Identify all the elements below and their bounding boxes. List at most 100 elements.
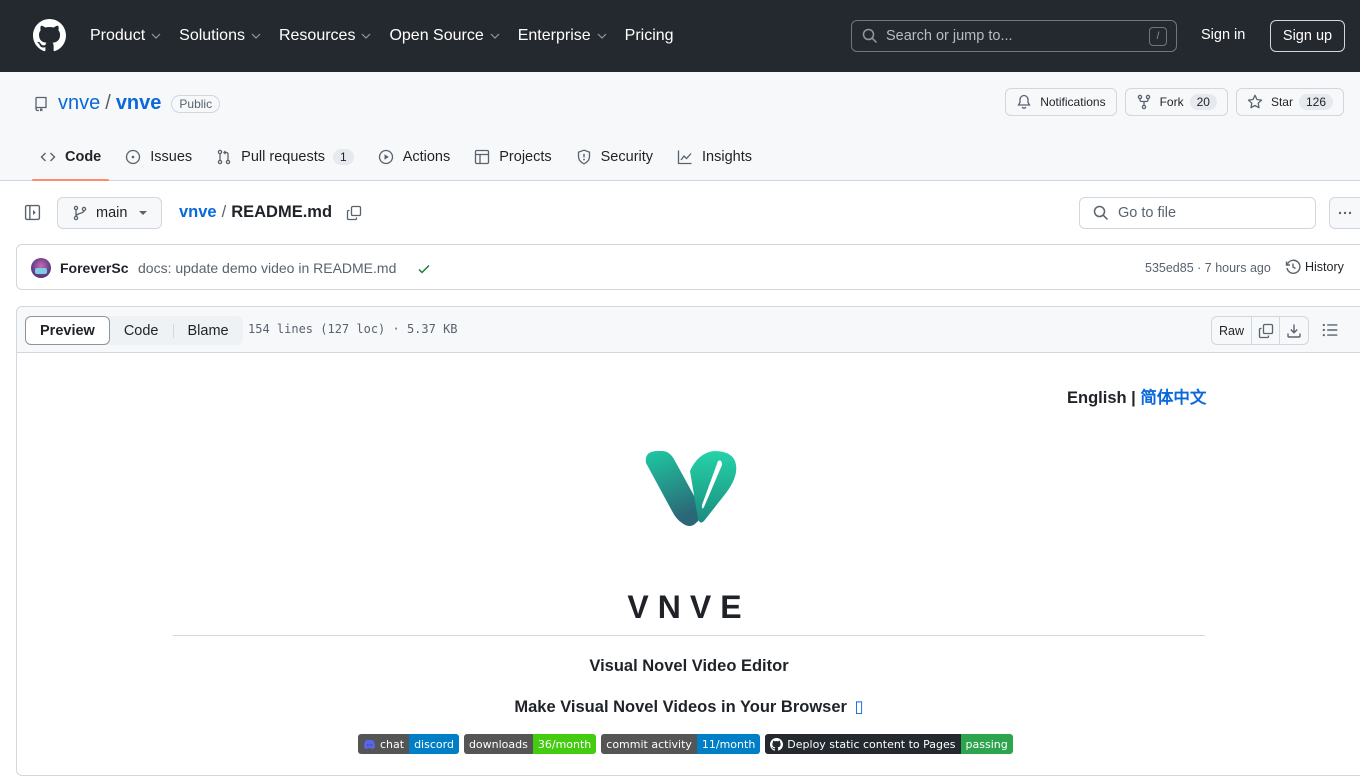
- chevron-down-icon: [251, 33, 261, 39]
- tab-label: Pull requests: [241, 149, 325, 165]
- global-search-input[interactable]: Search or jump to... /: [851, 20, 1177, 52]
- nav-label: Resources: [278, 27, 356, 44]
- view-code-button[interactable]: Code: [110, 316, 173, 345]
- pull-request-icon: [217, 149, 231, 165]
- nav-open-source[interactable]: Open Source: [389, 27, 500, 45]
- star-label: Star: [1270, 95, 1293, 109]
- file-info: 154 lines (127 loc) · 5.37 KB: [248, 322, 458, 336]
- nav-pricing[interactable]: Pricing: [625, 27, 674, 45]
- sidebar-expand-icon[interactable]: [24, 204, 41, 221]
- repo-owner-link[interactable]: vnve: [58, 92, 100, 115]
- visibility-badge: Public: [171, 94, 221, 113]
- view-blame-button[interactable]: Blame: [174, 316, 243, 345]
- badge-downloads[interactable]: downloads 36/month: [463, 734, 597, 754]
- breadcrumb: vnve / README.md: [179, 203, 362, 222]
- badge-label-text: chat: [380, 737, 405, 751]
- global-nav: Product Solutions Resources Open Source …: [90, 0, 692, 72]
- repo-header: vnve / vnve Public Notifications Fork 20…: [0, 72, 1360, 181]
- badge-discord[interactable]: chat discord: [358, 734, 459, 754]
- search-shortcut-hint: /: [1149, 27, 1167, 46]
- nav-solutions[interactable]: Solutions: [179, 27, 261, 45]
- tab-code[interactable]: Code: [32, 138, 110, 181]
- repo-icon: [35, 96, 47, 111]
- more-options-button[interactable]: [1329, 197, 1360, 229]
- tab-label: Issues: [150, 149, 193, 165]
- fork-label: Fork: [1159, 95, 1184, 109]
- outline-list-icon[interactable]: [1321, 321, 1339, 339]
- view-mode-toggle: Preview Code Blame: [25, 316, 243, 345]
- github-logo-icon[interactable]: [33, 19, 66, 52]
- kebab-horizontal-icon: [1338, 211, 1352, 215]
- nav-label: Enterprise: [517, 27, 591, 44]
- tab-insights[interactable]: Insights: [669, 138, 760, 176]
- sign-up-button[interactable]: Sign up: [1270, 20, 1345, 52]
- repo-actions: Notifications Fork 20 Star 126: [997, 88, 1344, 116]
- sign-in-link[interactable]: Sign in: [1201, 27, 1245, 43]
- raw-button[interactable]: Raw: [1212, 317, 1252, 344]
- fork-button[interactable]: Fork 20: [1124, 88, 1228, 116]
- copy-raw-button[interactable]: [1252, 317, 1280, 344]
- language-chinese-link[interactable]: 简体中文: [1140, 389, 1206, 407]
- commit-author-link[interactable]: ForeverSc: [60, 260, 128, 276]
- history-label: History: [1305, 260, 1344, 274]
- chevron-down-icon: [151, 33, 161, 39]
- view-preview-button[interactable]: Preview: [25, 316, 110, 345]
- copy-path-icon[interactable]: [346, 205, 362, 221]
- tab-security[interactable]: Security: [568, 138, 661, 176]
- history-icon: [1285, 259, 1301, 274]
- badge-value: passing: [960, 734, 1013, 754]
- latest-commit: ForeverSc docs: update demo video in REA…: [16, 244, 1360, 290]
- badge-deploy-pages[interactable]: Deploy static content to Pages passing: [765, 734, 1013, 754]
- tab-label: Projects: [499, 149, 552, 165]
- nav-label: Open Source: [389, 27, 484, 44]
- repo-name-link[interactable]: vnve: [116, 92, 162, 115]
- commit-sha-time[interactable]: 535ed85 · 7 hours ago: [1145, 261, 1271, 275]
- branch-selector[interactable]: main: [57, 197, 162, 229]
- breadcrumb-repo-link[interactable]: vnve: [179, 203, 217, 222]
- tagline-text: Make Visual Novel Videos in Your Browser: [514, 698, 847, 716]
- pull-requests-count: 1: [333, 149, 354, 165]
- badge-value: discord: [409, 734, 459, 754]
- chevron-down-icon: [597, 33, 607, 39]
- breadcrumb-separator: /: [221, 203, 227, 221]
- global-header: Product Solutions Resources Open Source …: [0, 0, 1360, 72]
- tab-label: Actions: [402, 149, 451, 165]
- badge-value: 11/month: [696, 734, 761, 754]
- nav-resources[interactable]: Resources: [279, 27, 371, 45]
- tab-pull-requests[interactable]: Pull requests 1: [208, 138, 362, 176]
- play-icon: [378, 149, 393, 165]
- go-to-file-input[interactable]: Go to file: [1079, 197, 1316, 229]
- vnve-logo: [645, 451, 737, 526]
- check-icon[interactable]: [416, 261, 432, 277]
- download-icon: [1287, 324, 1301, 338]
- badges-row: chat discord downloads 36/month commit a…: [358, 734, 1018, 754]
- file-actions-group: Raw: [1211, 316, 1309, 345]
- tab-issues[interactable]: Issues: [117, 138, 200, 176]
- readme-tagline: Make Visual Novel Videos in Your Browser…: [173, 697, 1205, 717]
- search-placeholder: Search or jump to...: [886, 28, 1013, 44]
- badge-label-text: Deploy static content to Pages: [787, 737, 956, 751]
- nav-label: Pricing: [624, 27, 674, 44]
- tagline-link[interactable]: ▯: [855, 698, 864, 716]
- commit-message-link[interactable]: docs: update demo video in README.md: [138, 260, 396, 276]
- tab-label: Insights: [702, 149, 753, 165]
- fork-icon: [1137, 94, 1150, 110]
- repo-tabs: Code Issues Pull requests 1 Actions Proj…: [32, 138, 768, 181]
- history-button[interactable]: History: [1285, 259, 1344, 275]
- nav-enterprise[interactable]: Enterprise: [518, 27, 607, 45]
- download-button[interactable]: [1280, 317, 1308, 344]
- fork-count: 20: [1189, 94, 1217, 110]
- nav-product[interactable]: Product: [90, 27, 161, 45]
- breadcrumb-file-name: README.md: [231, 203, 333, 221]
- badge-commit-activity[interactable]: commit activity 11/month: [601, 734, 761, 754]
- star-button[interactable]: Star 126: [1235, 88, 1344, 116]
- notifications-button[interactable]: Notifications: [1005, 88, 1117, 116]
- tab-label: Code: [65, 149, 102, 165]
- author-avatar[interactable]: [31, 258, 51, 278]
- repo-title: vnve / vnve Public: [33, 92, 221, 115]
- tab-actions[interactable]: Actions: [370, 138, 459, 176]
- badge-label: commit activity: [601, 734, 697, 754]
- badge-label: chat: [358, 734, 410, 754]
- tab-projects[interactable]: Projects: [466, 138, 559, 176]
- graph-icon: [677, 150, 692, 165]
